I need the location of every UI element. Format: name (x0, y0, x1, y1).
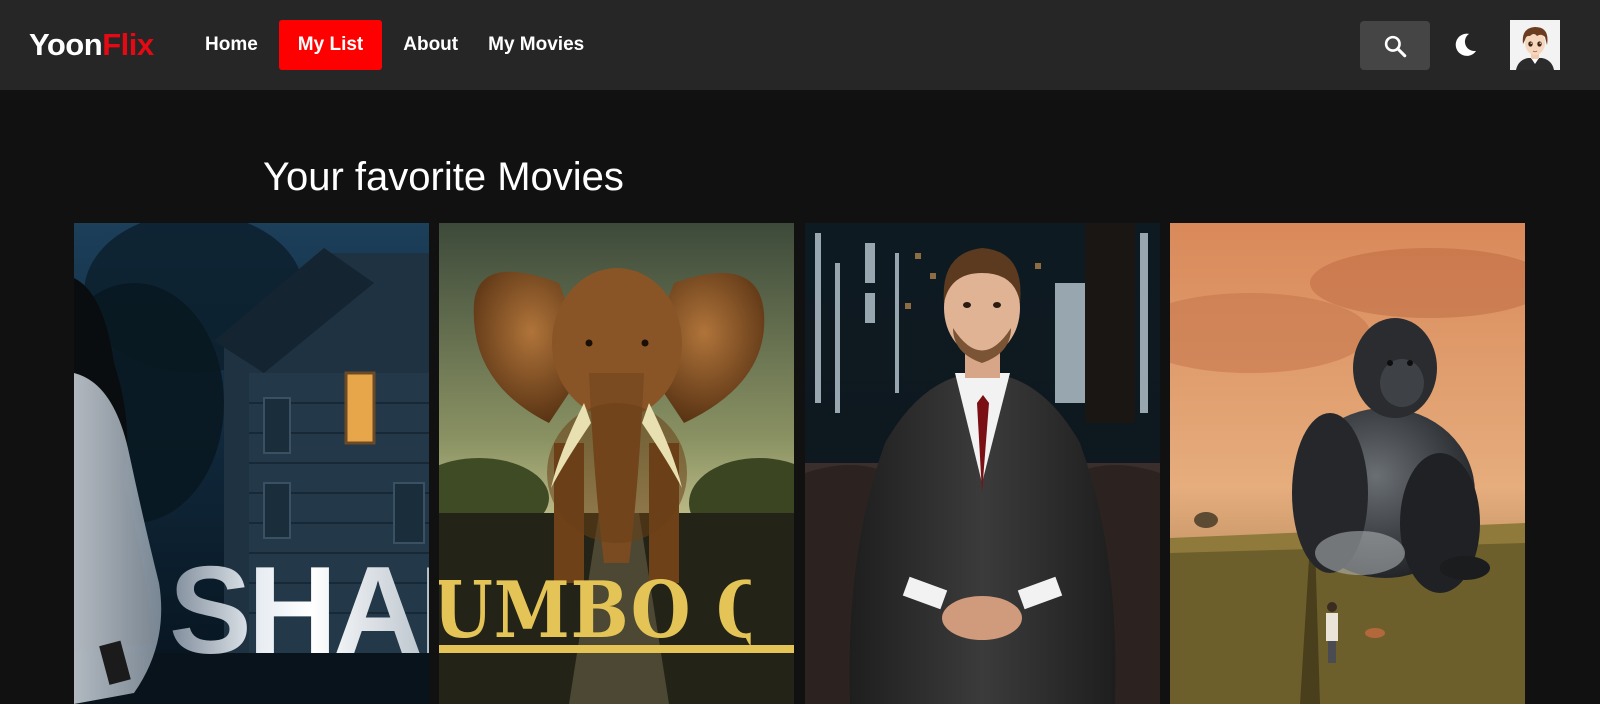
movie-poster-jumbo-queen[interactable]: UMBO QUEE (439, 223, 794, 704)
logo-flix: Flix (102, 27, 154, 62)
poster-artwork-gorilla (1170, 223, 1525, 704)
section-title: Your favorite Movies (263, 155, 624, 199)
poster-title-text: SHAD (169, 551, 429, 671)
moon-icon (1455, 33, 1477, 56)
nav-about[interactable]: About (388, 20, 473, 70)
movie-poster-gorilla[interactable] (1170, 223, 1525, 704)
avatar[interactable] (1510, 20, 1560, 70)
poster-artwork-businessman (805, 223, 1160, 704)
search-icon (1384, 35, 1407, 57)
movie-poster-shadow[interactable]: SHAD (74, 223, 429, 704)
top-navbar: YoonFlix Home My List About My Movies (0, 0, 1600, 90)
theme-toggle-button[interactable] (1450, 30, 1480, 60)
nav-my-movies[interactable]: My Movies (473, 20, 599, 70)
logo-yoon: Yoon (29, 27, 103, 62)
favorites-row: SHAD (74, 223, 1526, 704)
nav-my-list[interactable]: My List (278, 20, 383, 70)
nav-home[interactable]: Home (190, 20, 273, 70)
main-nav: Home My List About My Movies (190, 20, 599, 70)
search-button[interactable] (1360, 21, 1430, 70)
anime-avatar-icon (1510, 20, 1560, 70)
poster-title-text: UMBO QUEE (439, 566, 751, 656)
logo[interactable]: YoonFlix (29, 25, 154, 65)
movie-poster-suit-man[interactable] (805, 223, 1160, 704)
poster-title-underline (439, 645, 794, 653)
